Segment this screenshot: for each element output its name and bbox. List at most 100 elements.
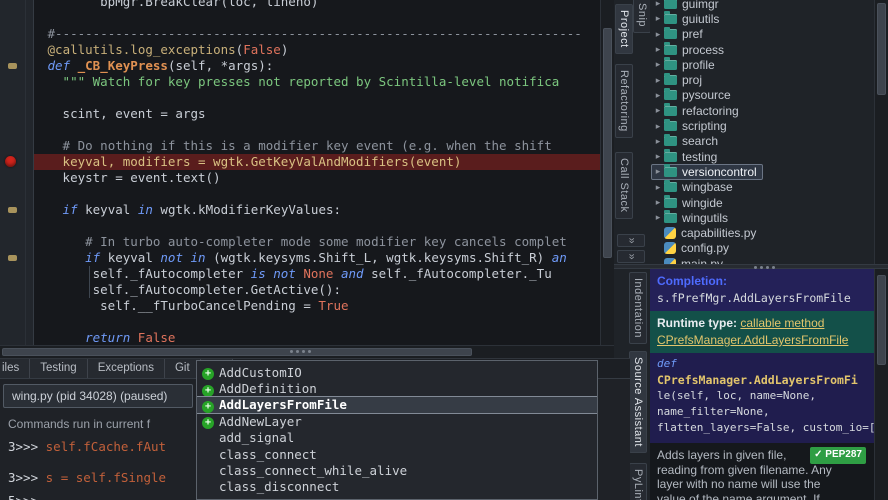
collapse-arrow-icon[interactable]: ▸ bbox=[652, 121, 664, 132]
autocomplete-popup[interactable]: + AddCustomIO + AddDefinition + AddLayersFrom… bbox=[196, 360, 598, 500]
folder-icon bbox=[664, 179, 677, 193]
code-token: an bbox=[551, 250, 567, 265]
completion-item[interactable]: add_signal bbox=[197, 430, 597, 446]
completion-item[interactable]: class_connect bbox=[197, 446, 597, 462]
tree-item-label: wingide bbox=[682, 195, 723, 210]
tree-item-label: testing bbox=[682, 149, 718, 164]
project-tree-panel[interactable]: ▸ guimgr ▸ guiutils ▸ pref ▸ process ▸ profile ▸ pr… bbox=[650, 0, 874, 264]
code-token: bpMgr.BreakClear(loc, lineno) bbox=[100, 0, 319, 9]
code-editor[interactable]: bpMgr.BreakClear(loc, lineno) #----------… bbox=[0, 0, 600, 345]
completion-item[interactable]: + AddLayersFromFile bbox=[197, 395, 597, 415]
tool-tab-call-stack[interactable]: Call Stack bbox=[615, 152, 633, 219]
tree-item[interactable]: ▸ wingutils bbox=[650, 210, 874, 225]
runtime-type-link[interactable]: callable method bbox=[740, 316, 824, 330]
code-line: return False bbox=[34, 330, 600, 345]
tree-item[interactable]: ▸ guiutils bbox=[650, 11, 874, 26]
completion-item[interactable]: + AddCustomIO bbox=[197, 364, 597, 381]
splitter-handle[interactable] bbox=[290, 350, 293, 353]
tree-item[interactable]: ▸ guimgr bbox=[650, 0, 874, 11]
tree-item[interactable]: ▸ pref bbox=[650, 26, 874, 42]
source-assistant-scrollbar[interactable] bbox=[874, 269, 888, 500]
tool-tab-indentation[interactable]: Indentation bbox=[629, 272, 647, 344]
folder-icon bbox=[664, 42, 677, 55]
tree-item-label: guiutils bbox=[682, 11, 720, 26]
collapse-arrow-icon[interactable]: ▸ bbox=[652, 59, 664, 70]
runtime-type-section: Runtime type: callable method CPrefsMana… bbox=[650, 311, 874, 353]
editor-vertical-scrollbar[interactable] bbox=[600, 0, 614, 345]
collapse-arrow-icon[interactable]: ▸ bbox=[652, 105, 664, 116]
tree-item[interactable]: config.py bbox=[650, 241, 874, 256]
collapse-arrow-icon[interactable]: ▸ bbox=[652, 182, 664, 193]
tree-item[interactable]: ▸ refactoring bbox=[650, 103, 874, 118]
code-token: in bbox=[137, 202, 153, 217]
tree-item-label: pysource bbox=[682, 88, 731, 103]
signature-line: flatten_layers=False, custom_io=[]) bbox=[657, 421, 874, 434]
completion-symbol: s.fPrefMgr.AddLayersFromFile bbox=[657, 291, 851, 305]
scrollbar-thumb[interactable] bbox=[877, 3, 886, 95]
tree-item[interactable]: capabilities.py bbox=[650, 225, 874, 240]
folder-icon bbox=[664, 149, 677, 162]
python-file-icon bbox=[664, 227, 676, 240]
editor-gutter[interactable] bbox=[0, 0, 34, 345]
collapse-arrow-icon[interactable]: ▸ bbox=[652, 29, 664, 40]
completion-icon-column: + bbox=[202, 381, 219, 397]
tree-vertical-scrollbar[interactable] bbox=[874, 0, 888, 264]
breakpoint-marker[interactable] bbox=[5, 156, 16, 167]
tree-item-label: guimgr bbox=[682, 0, 719, 11]
collapse-arrow-icon[interactable]: ▸ bbox=[652, 90, 664, 101]
collapse-arrow-icon[interactable]: ▸ bbox=[652, 197, 664, 208]
editor-horizontal-scrollbar[interactable] bbox=[0, 345, 614, 358]
completion-item[interactable]: + AddNewLayer bbox=[197, 413, 597, 430]
code-token: """ Watch for key presses not reported b… bbox=[62, 74, 560, 89]
collapse-arrow-icon[interactable]: ▸ bbox=[652, 151, 664, 162]
tree-item[interactable]: ▸ scripting bbox=[650, 118, 874, 133]
tree-item-box: ▸ process bbox=[652, 42, 729, 57]
scrollbar-thumb[interactable] bbox=[603, 28, 612, 258]
completion-item[interactable]: class_connect_while_alive bbox=[197, 462, 597, 478]
expand-panel-button[interactable]: » bbox=[617, 234, 645, 247]
scrollbar-thumb[interactable] bbox=[2, 348, 472, 356]
collapse-arrow-icon[interactable]: ▸ bbox=[652, 44, 664, 55]
runtime-symbol-link[interactable]: CPrefsManager.AddLayersFromFile bbox=[657, 333, 848, 347]
tree-item[interactable]: ▸ wingbase bbox=[650, 179, 874, 195]
tree-item[interactable]: ▸ pysource bbox=[650, 87, 874, 103]
process-selector[interactable]: wing.py (pid 34028) (paused) bbox=[3, 384, 193, 408]
collapse-arrow-icon[interactable]: ▸ bbox=[652, 166, 664, 177]
debug-tab-iles[interactable]: iles bbox=[0, 359, 31, 378]
tool-tab-pylint[interactable]: PyLint bbox=[629, 463, 647, 500]
tree-item[interactable]: ▸ versioncontrol bbox=[650, 163, 874, 180]
project-tree: ▸ guimgr ▸ guiutils ▸ pref ▸ process ▸ profile ▸ pr… bbox=[650, 0, 874, 264]
tree-item[interactable]: ▸ wingide bbox=[650, 195, 874, 210]
completion-item[interactable]: class_disconnect bbox=[197, 479, 597, 495]
code-token: keyval bbox=[100, 250, 161, 265]
tool-tab-source-assistant[interactable]: Source Assistant bbox=[629, 351, 647, 453]
debug-probe-console[interactable]: 3>>> self.fCache.fAut 3>>> s = self.fSing… bbox=[8, 439, 166, 500]
collapse-arrow-icon[interactable]: ▸ bbox=[652, 212, 664, 223]
tree-item[interactable]: main.py bbox=[650, 256, 874, 264]
tool-tab-project[interactable]: Project bbox=[615, 4, 633, 54]
code-token: False bbox=[137, 330, 176, 345]
code-token: return bbox=[85, 330, 131, 345]
method-icon: + bbox=[202, 400, 214, 413]
tree-item[interactable]: ▸ testing bbox=[650, 149, 874, 164]
code-lines[interactable]: bpMgr.BreakClear(loc, lineno) #----------… bbox=[34, 0, 600, 345]
debug-tab-testing[interactable]: Testing bbox=[30, 359, 88, 378]
expand-panel-button[interactable]: » bbox=[617, 250, 645, 263]
console-command: s = self.fSingle bbox=[45, 470, 167, 485]
collapse-arrow-icon[interactable]: ▸ bbox=[652, 136, 664, 147]
completion-item[interactable]: + AddDefinition bbox=[197, 380, 597, 397]
tree-item[interactable]: ▸ search bbox=[650, 133, 874, 149]
tree-item[interactable]: ▸ proj bbox=[650, 72, 874, 87]
collapse-arrow-icon[interactable]: ▸ bbox=[652, 75, 664, 86]
tree-item[interactable]: ▸ process bbox=[650, 42, 874, 57]
scrollbar-thumb[interactable] bbox=[877, 275, 886, 365]
tree-item[interactable]: ▸ profile bbox=[650, 57, 874, 72]
collapse-arrow-icon[interactable]: ▸ bbox=[652, 13, 664, 24]
tool-tab-snip[interactable]: Snip bbox=[633, 0, 650, 34]
code-token: @callutils.log_exceptions bbox=[47, 42, 236, 57]
tool-tab-refactoring[interactable]: Refactoring bbox=[615, 64, 633, 138]
debug-tab-exceptions[interactable]: Exceptions bbox=[87, 359, 165, 378]
edited-line-marker bbox=[8, 207, 17, 213]
collapse-arrow-icon[interactable]: ▸ bbox=[652, 0, 664, 9]
